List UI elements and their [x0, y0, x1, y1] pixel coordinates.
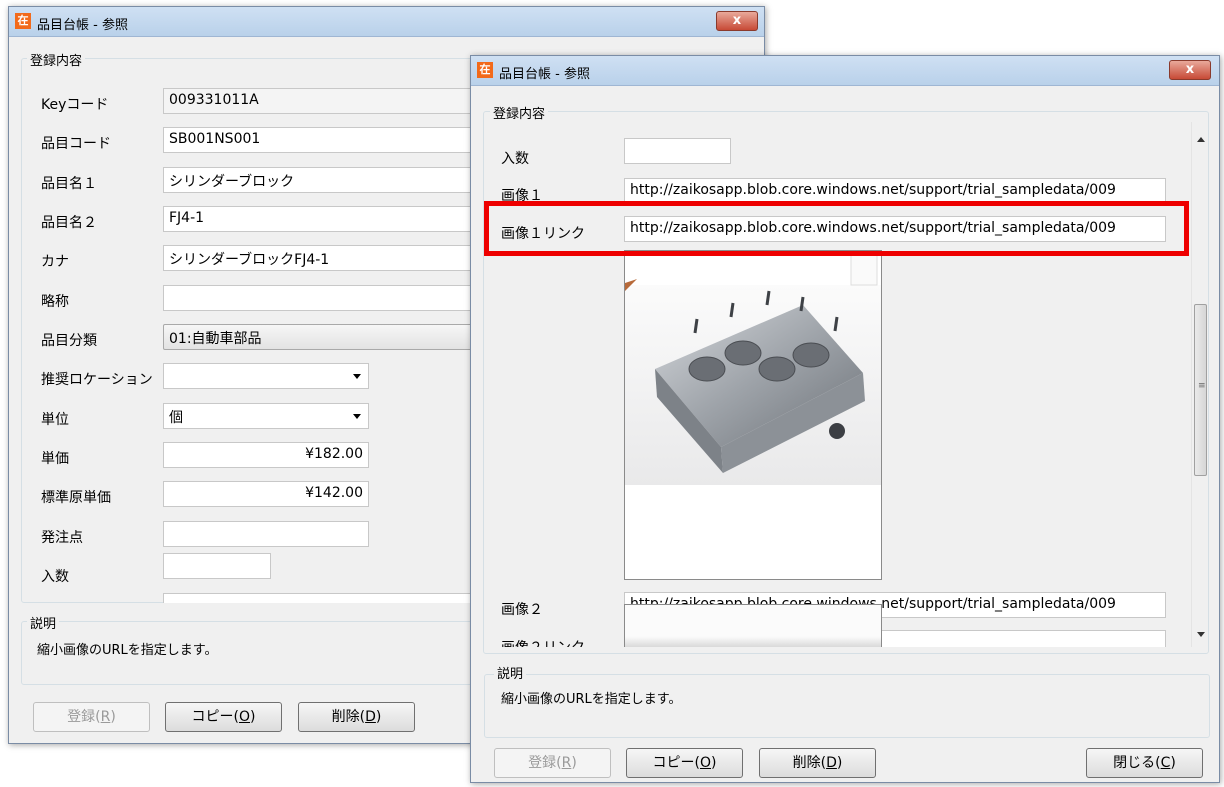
- description-text: 縮小画像のURLを指定します。: [501, 692, 682, 707]
- image1-preview: [624, 250, 882, 580]
- quantity-per-case-field[interactable]: [624, 138, 731, 164]
- description-title: 説明: [494, 663, 527, 682]
- delete-shortcut: D: [826, 755, 837, 771]
- unit-price-field[interactable]: ¥182.00: [163, 442, 369, 468]
- field-label: 品目名１: [41, 176, 97, 192]
- field-label: 単価: [41, 451, 69, 467]
- window-title: 品目台帳 - 参照: [37, 18, 128, 33]
- abbreviation-field[interactable]: [163, 285, 483, 311]
- close-button[interactable]: 閉じる(C): [1086, 748, 1203, 778]
- quantity-per-case-field[interactable]: [163, 553, 271, 579]
- front-title-bar[interactable]: 在 品目台帳 - 参照 x: [471, 56, 1219, 86]
- scrollbar-thumb[interactable]: ≡: [1194, 304, 1207, 476]
- field-label: 単位: [41, 412, 69, 428]
- cylinder-head-photo: [625, 254, 881, 485]
- registration-group-title: 登録内容: [490, 103, 549, 122]
- delete-button[interactable]: 削除(D): [298, 702, 415, 732]
- field-label: 入数: [501, 151, 529, 167]
- close-shortcut: C: [1160, 755, 1171, 771]
- description-text: 縮小画像のURLを指定します。: [37, 643, 218, 658]
- field-label: Keyコード: [41, 97, 109, 113]
- copy-shortcut: O: [699, 755, 712, 771]
- copy-shortcut: O: [238, 709, 251, 725]
- unit-select[interactable]: 個: [163, 403, 369, 429]
- delete-button-label: 削除(: [792, 755, 827, 771]
- field-label: 画像２リンク: [501, 637, 585, 647]
- item-code-field[interactable]: SB001NS001: [163, 127, 483, 153]
- field-label: 品目コード: [41, 136, 111, 152]
- vertical-scrollbar[interactable]: ≡: [1191, 122, 1208, 647]
- copy-label-end: ): [711, 755, 717, 771]
- copy-button-label: コピー(: [191, 709, 239, 725]
- item-name1-field[interactable]: シリンダーブロック: [163, 167, 483, 193]
- field-label: カナ: [41, 254, 69, 270]
- recommended-location-select[interactable]: [163, 363, 369, 389]
- copy-button[interactable]: コピー(O): [165, 702, 282, 732]
- register-button-label: 登録(: [528, 755, 562, 771]
- field-label: 推奨ロケーション: [41, 372, 153, 388]
- grip-icon: ≡: [1198, 381, 1206, 391]
- register-button[interactable]: 登録(R): [33, 702, 150, 732]
- register-label-end: ): [110, 709, 116, 725]
- close-icon[interactable]: x: [1169, 60, 1211, 80]
- reorder-point-field[interactable]: [163, 521, 369, 547]
- standard-cost-field[interactable]: ¥142.00: [163, 481, 369, 507]
- field-label: 品目分類: [41, 333, 97, 349]
- delete-label-end: ): [375, 709, 382, 725]
- copy-button-label: コピー(: [652, 755, 700, 771]
- delete-label-end: ): [836, 755, 843, 771]
- register-button[interactable]: 登録(R): [494, 748, 611, 778]
- description-title: 説明: [27, 613, 60, 632]
- item-category-select[interactable]: 01:自動車部品: [163, 324, 483, 350]
- close-icon[interactable]: x: [716, 11, 758, 31]
- registration-group-title: 登録内容: [27, 50, 86, 69]
- field-label: 標準原単価: [41, 490, 111, 506]
- item-name2-field[interactable]: FJ4-1: [163, 206, 483, 232]
- app-icon: 在: [15, 13, 31, 29]
- close-label-end: ): [1170, 755, 1176, 771]
- field-label: 入数: [41, 569, 69, 585]
- kana-field[interactable]: シリンダーブロックFJ4-1: [163, 245, 483, 271]
- delete-button[interactable]: 削除(D): [759, 748, 876, 778]
- copy-button[interactable]: コピー(O): [626, 748, 743, 778]
- field-label: 発注点: [41, 530, 83, 546]
- back-title-bar[interactable]: 在 品目台帳 - 参照 x: [9, 7, 764, 37]
- app-icon: 在: [477, 62, 493, 78]
- field-label: 画像２: [501, 602, 543, 618]
- close-button-label: 閉じる(: [1113, 755, 1161, 771]
- register-label-end: ): [571, 755, 577, 771]
- highlight-box: [484, 201, 1189, 256]
- register-button-label: 登録(: [67, 709, 101, 725]
- scroll-up-icon[interactable]: [1197, 137, 1205, 142]
- delete-shortcut: D: [365, 709, 376, 725]
- copy-label-end: ): [250, 709, 256, 725]
- field-label: 略称: [41, 294, 69, 310]
- partial-field[interactable]: [163, 593, 483, 603]
- window-title: 品目台帳 - 参照: [499, 67, 590, 82]
- key-code-field[interactable]: 009331011A: [163, 88, 483, 114]
- image2-preview: [624, 604, 882, 647]
- delete-button-label: 削除(: [331, 709, 366, 725]
- front-window: 在 品目台帳 - 参照 x 登録内容 入数 画像１ http://zaikosa…: [470, 55, 1220, 783]
- scroll-down-icon[interactable]: [1197, 632, 1205, 637]
- register-shortcut: R: [100, 709, 111, 725]
- register-shortcut: R: [561, 755, 572, 771]
- field-label: 品目名２: [41, 215, 97, 231]
